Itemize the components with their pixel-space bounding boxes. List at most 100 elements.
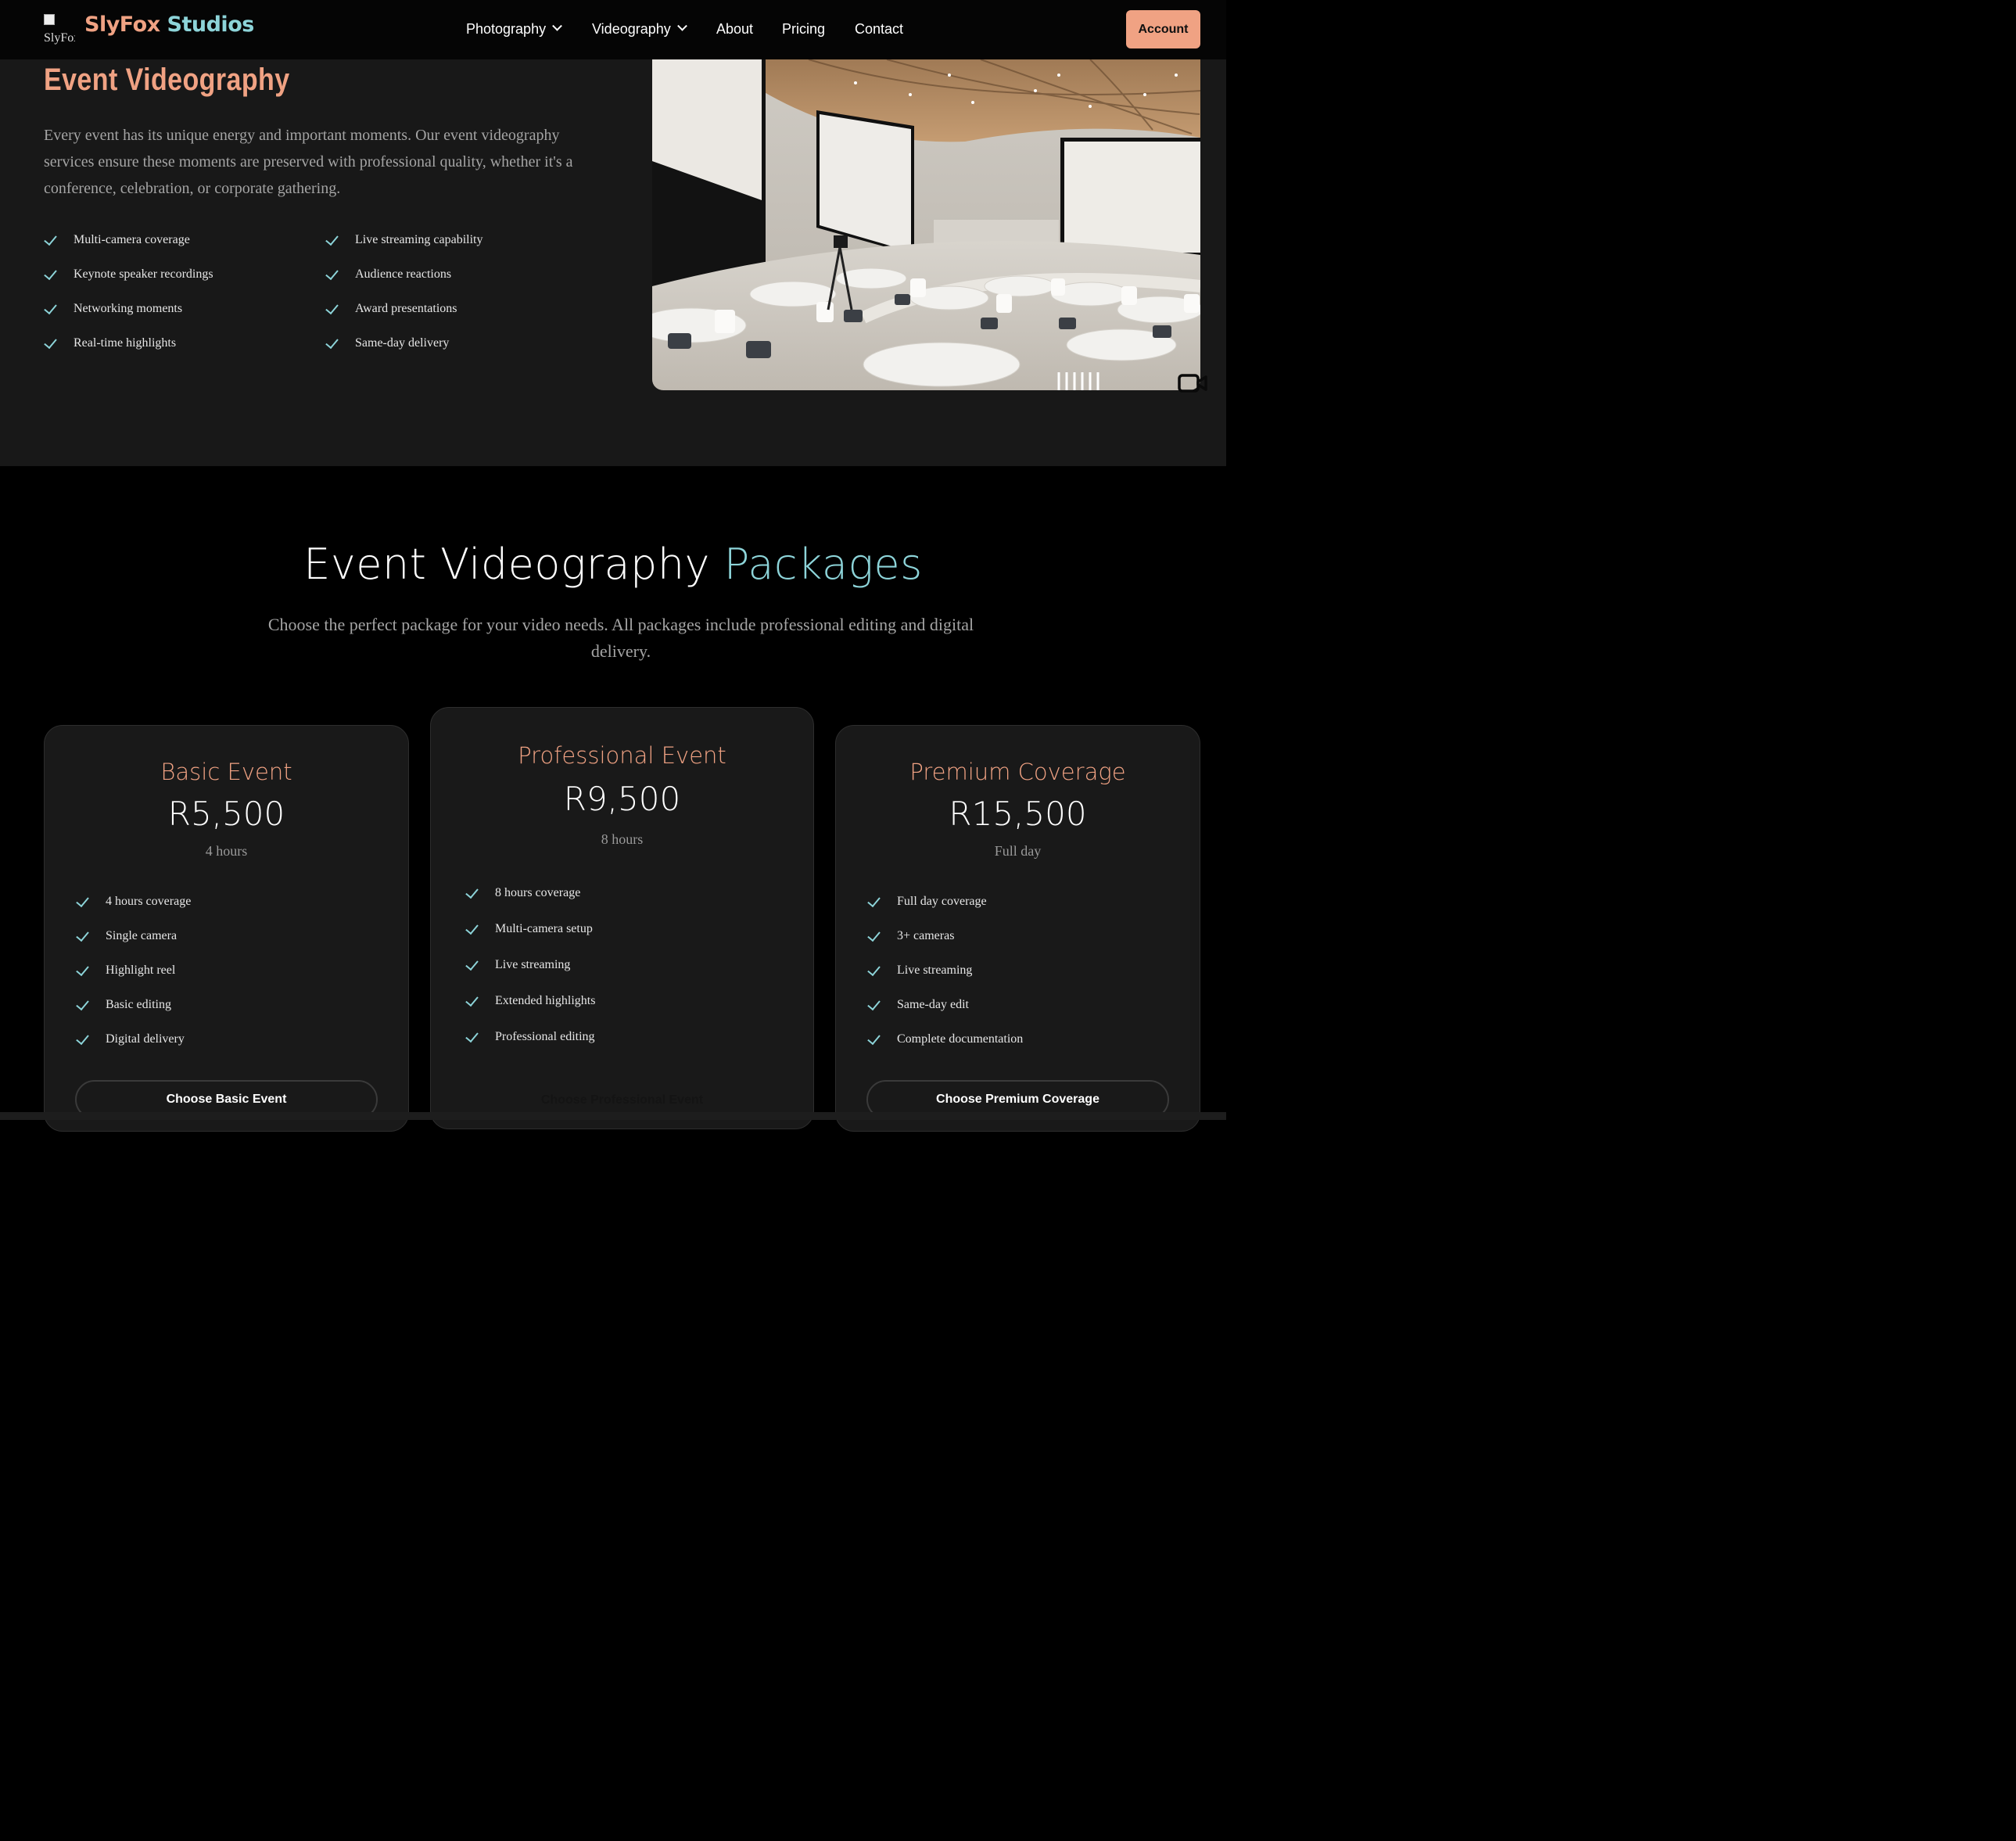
feature-label: Real-time highlights xyxy=(74,336,177,350)
package-price: R9,500 xyxy=(563,780,681,818)
feature-item: Live streaming capability xyxy=(325,233,483,247)
package-price: R15,500 xyxy=(949,795,1087,833)
package-duration: Full day xyxy=(994,843,1042,859)
feature-item: Award presentations xyxy=(325,302,457,316)
nav-item-contact[interactable]: Contact xyxy=(855,21,903,38)
check-icon xyxy=(867,1034,883,1045)
nav-item-photography[interactable]: Photography xyxy=(466,20,562,38)
nav-item-label: Photography xyxy=(466,21,547,37)
nav-item-pricing[interactable]: Pricing xyxy=(782,21,825,38)
package-feature: Full day coverage xyxy=(867,895,987,909)
package-duration: 4 hours xyxy=(205,843,248,859)
nav-item-label: Videography xyxy=(592,21,671,37)
check-icon xyxy=(867,965,883,976)
package-feature-label: Digital delivery xyxy=(106,1032,185,1046)
package-feature: Multi-camera setup xyxy=(465,922,593,936)
packages-title-highlight: Packages xyxy=(723,540,923,589)
nav-item-about[interactable]: About xyxy=(716,21,753,38)
check-icon xyxy=(465,888,481,899)
feature-label: Live streaming capability xyxy=(355,233,483,246)
account-button[interactable]: Account xyxy=(1126,10,1200,48)
packages-title: Event Videography Packages xyxy=(0,540,1226,589)
nav-item-videography[interactable]: Videography xyxy=(592,20,687,38)
feature-item: Audience reactions xyxy=(325,267,451,282)
check-icon xyxy=(76,931,91,942)
feature-label: Networking moments xyxy=(74,302,183,315)
feature-label: Audience reactions xyxy=(355,267,452,281)
feature-label: Same-day delivery xyxy=(355,336,450,350)
page-title: Event Videography xyxy=(44,63,290,97)
check-icon xyxy=(44,303,59,314)
check-icon xyxy=(465,960,481,971)
package-feature: 4 hours coverage xyxy=(76,895,191,909)
feature-label: Keynote speaker recordings xyxy=(74,267,213,281)
check-icon xyxy=(325,303,341,314)
package-feature-label: Same-day edit xyxy=(897,998,969,1011)
package-card-premium: Premium Coverage R15,500 Full day Full d… xyxy=(835,725,1200,1132)
check-icon xyxy=(325,338,341,349)
conference-hall-illustration xyxy=(652,59,1200,390)
nav-item-label: About xyxy=(716,21,754,37)
package-feature-label: Highlight reel xyxy=(106,964,176,977)
logo-alt-text: SlyFox Studios xyxy=(44,31,75,45)
package-feature: Highlight reel xyxy=(76,964,175,978)
package-feature: Complete documentation xyxy=(867,1032,1023,1046)
package-feature-label: Basic editing xyxy=(106,998,171,1011)
package-feature: Basic editing xyxy=(76,998,171,1012)
package-feature-label: 8 hours coverage xyxy=(495,886,581,899)
check-icon xyxy=(465,924,481,935)
chevron-down-icon xyxy=(552,20,562,31)
feature-item: Networking moments xyxy=(44,302,182,316)
package-feature: Professional editing xyxy=(465,1030,595,1044)
nav-item-label: Contact xyxy=(855,21,904,37)
check-icon xyxy=(867,999,883,1010)
check-icon xyxy=(465,996,481,1007)
video-camera-icon xyxy=(1178,374,1207,398)
check-icon xyxy=(76,896,91,907)
feature-item: Keynote speaker recordings xyxy=(44,267,213,282)
hero-section: Event Videography Every event has its un… xyxy=(0,59,1226,466)
check-icon xyxy=(465,1032,481,1043)
feature-item: Real-time highlights xyxy=(44,336,176,350)
package-feature-label: Single camera xyxy=(106,929,178,942)
check-icon xyxy=(867,896,883,907)
hero-description: Every event has its unique energy and im… xyxy=(44,127,573,197)
brand-name-first: SlyFox xyxy=(84,13,160,37)
check-icon xyxy=(325,235,341,246)
feature-item: Multi-camera coverage xyxy=(44,233,190,247)
brand-name-second: Studios xyxy=(167,13,255,37)
check-icon xyxy=(76,1034,91,1045)
package-feature-label: Complete documentation xyxy=(897,1032,1024,1046)
check-icon xyxy=(325,269,341,280)
logo-image[interactable]: SlyFox Studios xyxy=(44,14,75,45)
package-feature-label: 3+ cameras xyxy=(897,929,955,942)
packages-subtitle: Choose the perfect package for your vide… xyxy=(267,615,974,661)
package-feature-label: 4 hours coverage xyxy=(106,895,192,908)
conference-hall-photo xyxy=(652,59,1200,390)
package-feature: 3+ cameras xyxy=(867,929,954,943)
package-name: Premium Coverage xyxy=(909,759,1126,785)
check-icon xyxy=(44,269,59,280)
package-feature-label: Professional editing xyxy=(495,1030,595,1043)
package-feature: Live streaming xyxy=(465,958,570,972)
feature-label: Award presentations xyxy=(355,302,457,315)
package-feature-label: Live streaming xyxy=(495,958,571,971)
package-name: Basic Event xyxy=(160,759,292,785)
package-feature: Extended highlights xyxy=(465,994,595,1008)
check-icon xyxy=(44,338,59,349)
check-icon xyxy=(76,965,91,976)
feature-item: Same-day delivery xyxy=(325,336,449,350)
check-icon xyxy=(44,235,59,246)
package-duration: 8 hours xyxy=(601,831,644,847)
package-feature: 8 hours coverage xyxy=(465,886,580,900)
brand-name[interactable]: SlyFox Studios xyxy=(84,13,254,37)
package-feature-label: Extended highlights xyxy=(495,994,596,1007)
package-feature-label: Live streaming xyxy=(897,964,973,977)
feature-label: Multi-camera coverage xyxy=(74,233,190,246)
package-feature: Same-day edit xyxy=(867,998,969,1012)
nav-item-label: Pricing xyxy=(782,21,826,37)
package-feature: Digital delivery xyxy=(76,1032,185,1046)
package-name: Professional Event xyxy=(518,742,726,769)
check-icon xyxy=(76,999,91,1010)
check-icon xyxy=(867,931,883,942)
